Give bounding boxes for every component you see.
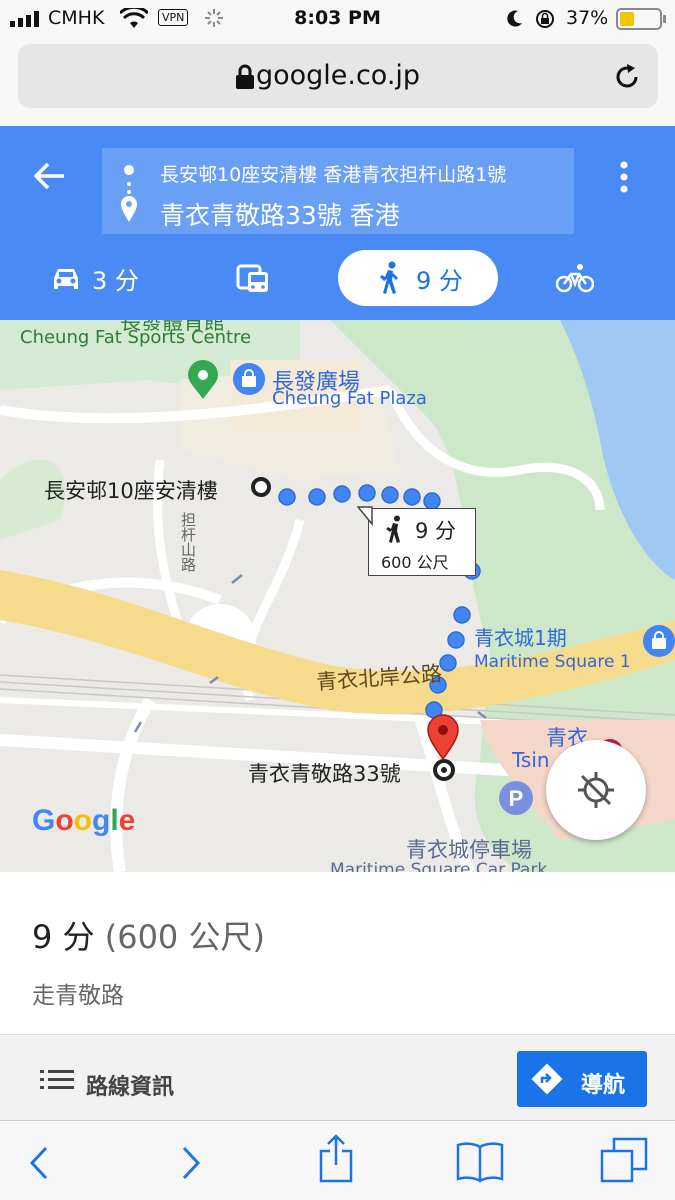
origin-field[interactable]: 長安邨10座安清樓 香港青衣担杆山路1號 <box>160 160 506 187</box>
google-logo: Google <box>32 804 136 837</box>
route-connector-icon <box>121 165 137 222</box>
location-off-icon <box>578 772 614 808</box>
maritime-label-cn: 青衣城1期 <box>474 626 567 650</box>
reload-icon[interactable] <box>612 62 642 92</box>
svg-text:P: P <box>509 786 524 811</box>
shopping-bag-icon[interactable] <box>232 362 266 396</box>
route-distance: (600 公尺) <box>104 918 265 956</box>
callout-tail <box>357 506 373 526</box>
carpark-label-en: Maritime Square Car Park <box>330 860 548 872</box>
bookmarks-icon[interactable] <box>456 1141 504 1183</box>
navigate-label: 導航 <box>581 1073 626 1098</box>
route-callout[interactable]: 9 分 600 公尺 <box>368 508 476 576</box>
my-location-button[interactable] <box>546 740 646 840</box>
bus-icon <box>236 264 268 292</box>
origin-label: 長安邨10座安清樓 <box>44 479 218 503</box>
destination-label: 青衣青敬路33號 <box>248 762 401 786</box>
forward-icon[interactable] <box>180 1145 202 1181</box>
road-label-vertical: 担杆山路 <box>179 512 197 572</box>
share-icon[interactable] <box>318 1133 354 1183</box>
mode-walk-label: 9 分 <box>416 266 463 295</box>
parking-icon[interactable]: P <box>498 780 534 816</box>
car-icon <box>54 269 78 289</box>
list-icon <box>40 1070 74 1089</box>
directions-header: 長安邨10座安清樓 香港青衣担杆山路1號 青衣青敬路33號 香港 3 分 9 分 <box>0 126 675 320</box>
mode-bike-tab[interactable] <box>556 250 594 306</box>
mode-walk-tab[interactable]: 9 分 <box>338 250 498 306</box>
directions-inputs: 長安邨10座安清樓 香港青衣担杆山路1號 青衣青敬路33號 香港 <box>102 148 574 234</box>
browser-address-area: google.co.jp <box>0 36 675 126</box>
mode-car-label: 3 分 <box>92 266 139 295</box>
more-options-icon[interactable] <box>616 160 632 194</box>
callout-time: 9 分 <box>415 519 457 543</box>
lock-icon <box>236 64 254 89</box>
navigate-button[interactable]: 導航 <box>517 1051 647 1107</box>
sports-centre-label-en: Cheung Fat Sports Centre <box>20 327 252 348</box>
route-summary: 9 分 (600 公尺) 走青敬路 <box>0 872 675 1034</box>
destination-field[interactable]: 青衣青敬路33號 香港 <box>160 196 400 232</box>
origin-marker[interactable] <box>251 477 271 497</box>
route-actions: 路線資訊 導航 <box>0 1034 675 1120</box>
walk-icon <box>380 261 398 294</box>
destination-pin-icon[interactable] <box>426 714 460 760</box>
rotation-lock-icon <box>536 10 554 28</box>
route-info-label: 路線資訊 <box>86 1075 175 1100</box>
directions-icon <box>531 1063 563 1095</box>
walk-icon <box>386 515 400 543</box>
route-time-distance: 9 分 (600 公尺) <box>32 912 265 958</box>
callout-distance: 600 公尺 <box>381 553 449 572</box>
route-info-button[interactable]: 路線資訊 <box>30 1055 200 1105</box>
back-icon[interactable] <box>28 1145 50 1181</box>
battery-percent: 37% <box>566 7 609 29</box>
map-view[interactable]: P 長發體育館 Cheung Fat Sports Centre 長發廣場 Ch… <box>0 320 675 872</box>
url-text: google.co.jp <box>255 60 421 91</box>
battery-icon <box>616 8 662 30</box>
shopping-bag-icon[interactable] <box>642 624 675 658</box>
status-bar: CMHK VPN 8:03 PM 37% <box>0 0 675 36</box>
tabs-icon[interactable] <box>600 1137 648 1183</box>
bike-icon <box>556 264 594 293</box>
browser-toolbar <box>0 1120 675 1200</box>
address-bar[interactable]: google.co.jp <box>18 44 658 108</box>
maritime-label-en: Maritime Square 1 <box>474 652 631 672</box>
route-time: 9 分 <box>32 918 95 956</box>
plaza-label-en: Cheung Fat Plaza <box>272 388 427 409</box>
tsing-yi-label-en: Tsin <box>512 748 550 772</box>
place-pin-icon[interactable] <box>186 360 220 400</box>
back-arrow-icon[interactable] <box>34 162 66 190</box>
moon-icon <box>507 10 522 27</box>
mode-car-tab[interactable]: 3 分 <box>50 250 139 306</box>
mode-transit-tab[interactable] <box>236 250 270 306</box>
route-via: 走青敬路 <box>32 983 124 1009</box>
